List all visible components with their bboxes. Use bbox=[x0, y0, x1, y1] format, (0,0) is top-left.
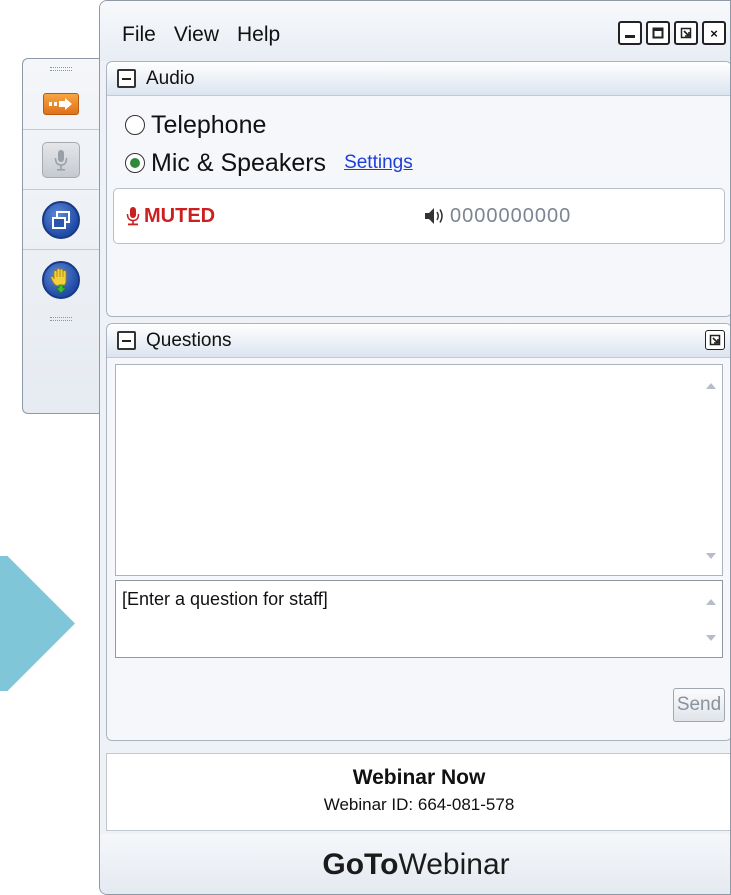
audio-settings-link[interactable]: Settings bbox=[344, 152, 413, 174]
minimize-icon bbox=[625, 35, 635, 38]
audio-level-meter: 0000000000 bbox=[450, 204, 572, 227]
mic-speakers-radio[interactable] bbox=[125, 153, 145, 173]
menu-file[interactable]: File bbox=[122, 23, 156, 47]
gotowebinar-logo: GoToWebinar bbox=[100, 834, 730, 894]
audio-status-box: MUTED 0000000000 bbox=[113, 188, 725, 244]
send-button[interactable]: Send bbox=[673, 688, 725, 722]
webinar-info: Webinar Now Webinar ID: 664-081-578 bbox=[106, 753, 730, 831]
restore-icon bbox=[652, 27, 664, 39]
telephone-radio[interactable] bbox=[125, 115, 145, 135]
menu-bar: File View Help × bbox=[100, 1, 730, 61]
questions-log-scroll-down[interactable] bbox=[706, 553, 716, 559]
questions-popout-button[interactable] bbox=[705, 330, 725, 350]
questions-panel: Questions [Enter a question for staff] S… bbox=[106, 323, 730, 741]
questions-collapse-button[interactable] bbox=[117, 331, 136, 350]
audio-panel-title: Audio bbox=[146, 67, 195, 89]
window-icon bbox=[52, 210, 70, 229]
question-input-scroll-down[interactable] bbox=[706, 635, 716, 641]
mic-speakers-label: Mic & Speakers bbox=[151, 148, 327, 177]
maximize-button[interactable] bbox=[646, 21, 670, 45]
microphone-muted-icon bbox=[126, 207, 140, 226]
questions-panel-title: Questions bbox=[146, 329, 232, 351]
mic-speakers-option[interactable]: Mic & Speakers Settings bbox=[107, 146, 730, 180]
mic-toggle-button[interactable] bbox=[42, 141, 80, 178]
telephone-option[interactable]: Telephone bbox=[107, 108, 730, 142]
popout-icon bbox=[709, 334, 721, 346]
toolbar-grip-top[interactable] bbox=[23, 59, 99, 79]
show-window-button[interactable] bbox=[42, 200, 80, 239]
webinar-name: Webinar Now bbox=[352, 766, 486, 789]
arrow-right-icon bbox=[49, 98, 72, 110]
popout-icon bbox=[680, 27, 692, 39]
audio-panel: Audio Telephone Mic & Speakers Settings … bbox=[106, 61, 730, 317]
decorative-arrow bbox=[0, 556, 75, 691]
webinar-id: Webinar ID: 664-081-578 bbox=[323, 795, 515, 814]
menu-help[interactable]: Help bbox=[237, 23, 280, 47]
speaker-icon bbox=[425, 208, 443, 224]
show-panel-button[interactable] bbox=[43, 93, 79, 115]
questions-log-scroll-up[interactable] bbox=[706, 383, 716, 389]
menu-view[interactable]: View bbox=[174, 23, 219, 47]
raise-hand-button[interactable] bbox=[42, 260, 80, 299]
audio-collapse-button[interactable] bbox=[117, 69, 136, 88]
question-input[interactable]: [Enter a question for staff] bbox=[115, 580, 723, 658]
question-input-scroll-up[interactable] bbox=[706, 599, 716, 605]
control-toolbar bbox=[22, 58, 99, 414]
close-button[interactable]: × bbox=[702, 21, 726, 45]
raise-hand-icon bbox=[50, 267, 67, 293]
gotowebinar-control-panel: File View Help × Audio Telephone Mic & S… bbox=[99, 0, 731, 895]
minimize-button[interactable] bbox=[618, 21, 642, 45]
muted-status: MUTED bbox=[144, 204, 216, 227]
questions-log[interactable] bbox=[115, 364, 723, 576]
telephone-label: Telephone bbox=[151, 110, 267, 139]
question-input-placeholder: [Enter a question for staff] bbox=[122, 589, 328, 609]
popout-button[interactable] bbox=[674, 21, 698, 45]
microphone-icon bbox=[54, 149, 68, 171]
toolbar-grip-bottom[interactable] bbox=[23, 309, 99, 329]
close-icon: × bbox=[710, 25, 718, 41]
